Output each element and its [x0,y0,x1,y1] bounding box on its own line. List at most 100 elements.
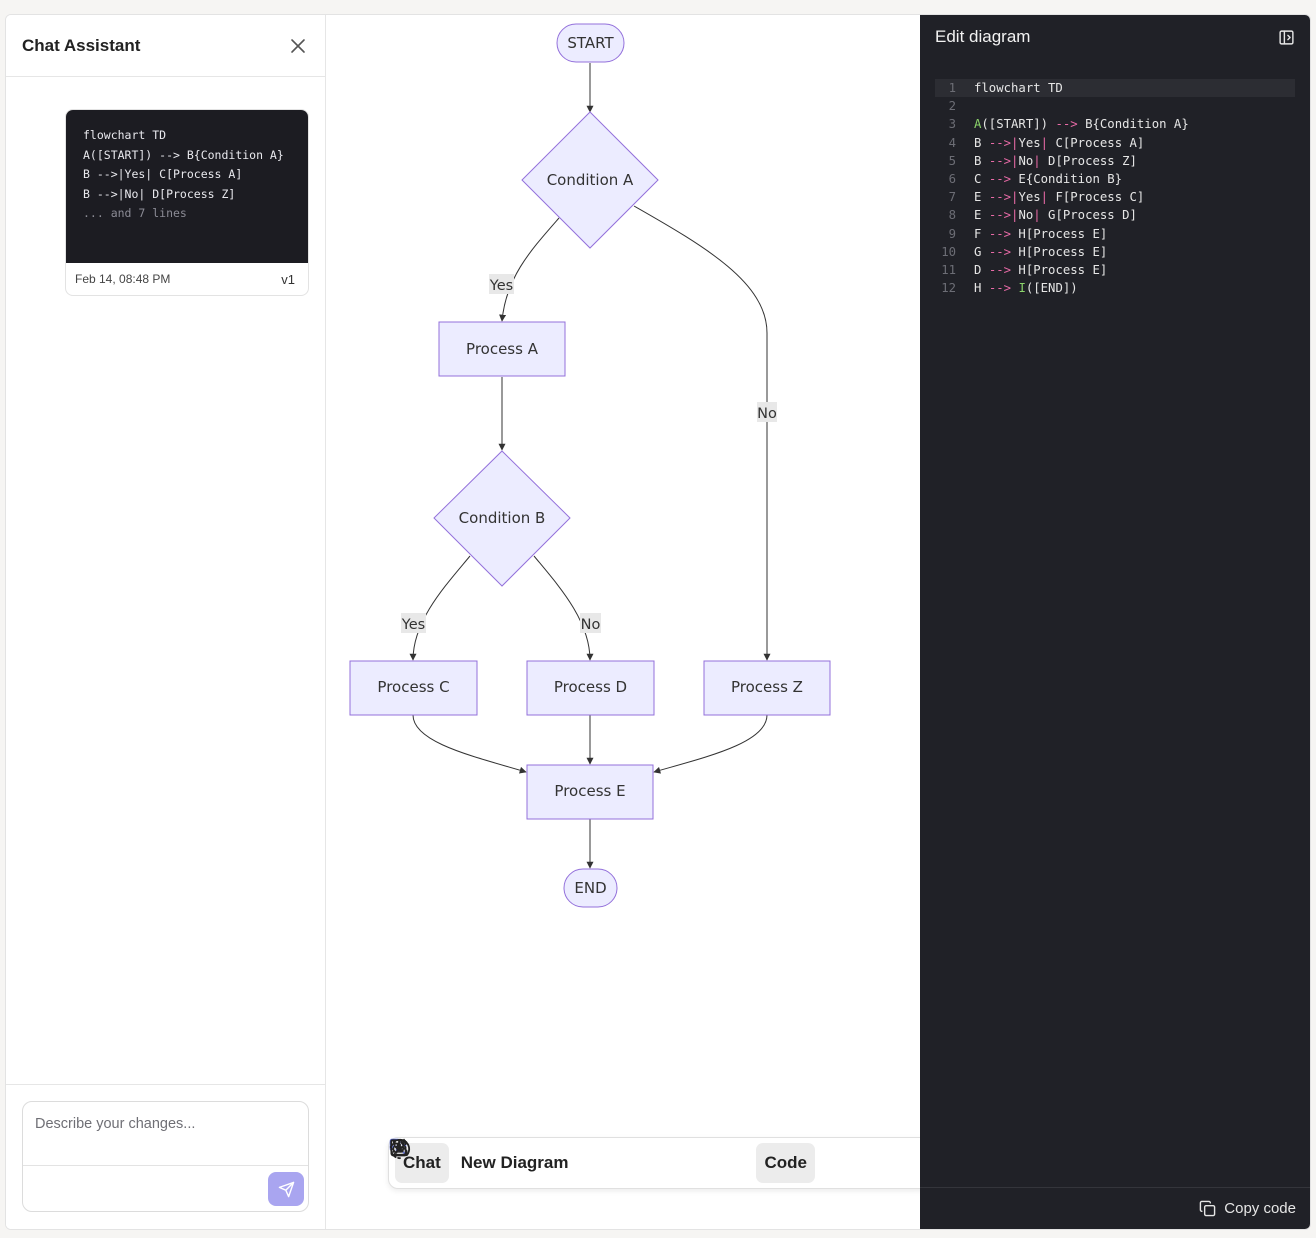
edge-cond-b-process-d [533,555,594,661]
svg-text:Yes: Yes [489,278,513,294]
download-button[interactable] [390,1139,708,1183]
composer-box [22,1101,309,1212]
editor-header: Edit diagram [920,15,1310,59]
code-line: 2 [935,97,1295,115]
node-process-z[interactable]: Process Z [703,660,831,716]
code-editor-panel: Edit diagram 1 flowchart TD 2 3 A([START])… [920,15,1310,1229]
node-start[interactable]: START [556,23,625,63]
diagram-canvas[interactable]: Yes No Yes No START Condition A Process … [326,15,930,1229]
history-button[interactable] [390,1138,664,1183]
svg-text:Process D: Process D [554,678,627,696]
edge-process-z-process-e [653,714,768,774]
app-window: Chat Assistant flowchart TD A([START]) --… [5,14,1311,1230]
toggle-panel-button[interactable] [1275,26,1297,48]
edge-label-b-no: No [580,613,601,633]
code-line: 4 B -->|Yes| C[Process A] [935,134,1295,152]
code-toggle-button[interactable]: Code [389,1140,815,1183]
code-line: 8 E -->|No| G[Process D] [935,206,1295,224]
svg-text:Process A: Process A [466,340,539,358]
copy-code-button[interactable]: Copy code [920,1187,1310,1229]
code-text: H --> I([END]) [974,281,1078,296]
line-number: 5 [948,153,956,168]
svg-text:No: No [757,406,777,422]
code-line: 5 B -->|No| D[Process Z] [935,152,1295,170]
line-number: 2 [948,99,956,114]
diagram-version-card[interactable]: flowchart TD A([START]) --> B{Condition A… [65,109,309,296]
svg-text:Condition A: Condition A [547,171,634,189]
code-text: B -->|Yes| C[Process A] [974,135,1145,150]
svg-text:START: START [567,34,614,52]
node-end[interactable]: END [563,868,618,908]
line-number: 1 [948,81,956,95]
fullscreen-button[interactable] [390,1139,752,1183]
node-condition-b[interactable]: Condition B [433,450,571,587]
card-code-line: flowchart TD [83,128,167,142]
chat-panel: Chat Assistant flowchart TD A([START]) --… [6,15,326,1229]
code-text: F --> H[Process E] [974,226,1108,241]
card-footer: Feb 14, 08:48 PM v1 [66,263,308,295]
bottom-toolbar: Chat New Diagram Code [388,1137,930,1189]
edge-label-a-no: No [757,402,777,422]
editor-title: Edit diagram [935,27,1031,46]
code-text: B -->|No| D[Process Z] [974,153,1137,168]
chat-header: Chat Assistant [6,15,325,77]
edge-cond-a-process-z [633,205,771,661]
code-line: 9 F --> H[Process E] [935,225,1295,243]
line-number: 7 [948,190,956,205]
new-diagram-button[interactable]: New Diagram [390,1138,577,1183]
line-number: 11 [941,262,956,277]
code-line: 7 E -->|Yes| F[Process C] [935,188,1295,206]
code-line: 12 H --> I([END]) [935,279,1295,297]
code-line: 10 G --> H[Process E] [935,243,1295,261]
code-line: 6 C --> E{Condition B} [935,170,1295,188]
svg-text:Condition B: Condition B [459,509,546,527]
line-number: 8 [948,208,956,223]
svg-text:No: No [581,617,601,633]
edge-cond-a-process-a [499,217,560,322]
send-icon [278,1181,294,1197]
edge-process-c-process-e [412,714,527,774]
code-line: 1 flowchart TD [935,79,1295,98]
line-number: 12 [941,281,956,296]
node-process-c[interactable]: Process C [349,660,478,716]
card-code-line: B -->|No| D[Process Z] [83,186,236,201]
new-diagram-label: New Diagram [460,1153,569,1172]
line-number: 6 [948,171,956,186]
card-date: Feb 14, 08:48 PM [75,272,171,286]
code-text: C --> E{Condition B} [974,171,1123,186]
card-code-line: A([START]) --> B{Condition A} [83,147,284,162]
svg-text:Yes: Yes [401,617,425,633]
save-button[interactable] [390,1139,620,1183]
card-version: v1 [281,271,295,287]
code-editor[interactable]: 1 flowchart TD 2 3 A([START]) --> B{Condit… [935,79,1295,297]
describe-changes-input[interactable] [23,1102,308,1166]
node-process-a[interactable]: Process A [438,321,566,377]
copy-code-label: Copy code [1224,1200,1296,1217]
code-text: flowchart TD [974,81,1063,95]
code-text: E -->|Yes| F[Process C] [974,190,1145,205]
code-line: 11 D --> H[Process E] [935,261,1295,279]
close-chat-button[interactable] [287,35,309,57]
code-icon [389,1140,407,1154]
panel-toggle-icon [1278,29,1294,45]
close-icon [291,38,305,53]
card-more-lines: ... and 7 lines [83,206,187,220]
code-line: 3 A([START]) --> B{Condition A} [935,115,1295,133]
chat-title: Chat Assistant [22,35,141,55]
copy-icon [1199,1200,1216,1217]
svg-text:Process Z: Process Z [731,678,803,696]
composer [6,1084,325,1229]
node-process-e[interactable]: Process E [526,764,654,820]
flowchart-diagram: Yes No Yes No START Condition A Process … [349,23,831,908]
edge-label-a-yes: Yes [489,274,514,294]
code-text: G --> H[Process E] [974,244,1108,259]
send-button[interactable] [268,1172,304,1206]
card-code-line: B -->|Yes| C[Process A] [83,167,243,181]
line-number: 10 [941,244,956,259]
code-text: E -->|No| G[Process D] [974,208,1137,223]
card-code-preview: flowchart TD A([START]) --> B{Condition A… [66,110,308,263]
node-process-d[interactable]: Process D [526,660,655,716]
edge-label-b-yes: Yes [401,613,426,633]
node-condition-a[interactable]: Condition A [521,111,659,249]
